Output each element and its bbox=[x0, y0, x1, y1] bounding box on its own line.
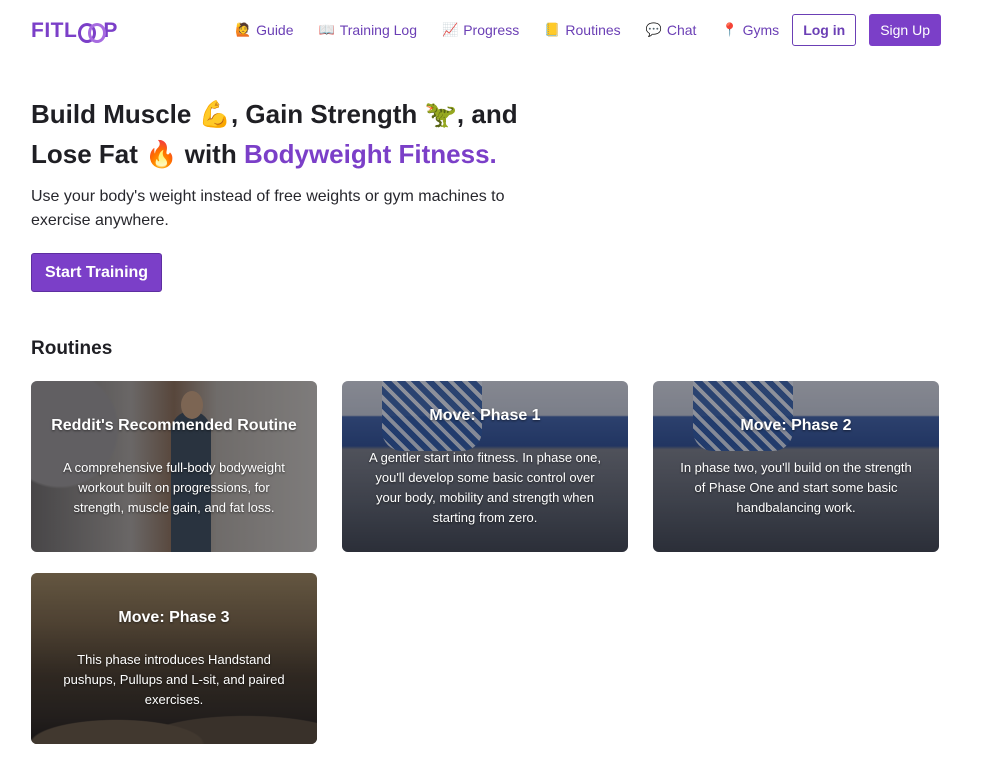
nav-guide[interactable]: 🙋 Guide bbox=[235, 22, 294, 38]
nav-chat-label: Chat bbox=[666, 22, 697, 38]
nav-gyms-label: Gyms bbox=[742, 22, 780, 38]
flexed-biceps-icon: 💪 bbox=[198, 99, 231, 129]
card-title: Move: Phase 1 bbox=[429, 407, 541, 424]
routine-card-move-phase-2[interactable]: Move: Phase 2 In phase two, you'll build… bbox=[653, 381, 939, 552]
routine-card-reddit-recommended[interactable]: Reddit's Recommended Routine A comprehen… bbox=[31, 381, 317, 552]
hero-title-part: Build Muscle bbox=[31, 99, 199, 129]
routines-heading: Routines bbox=[31, 338, 113, 359]
hero-title-part: , and bbox=[456, 99, 518, 129]
hero-title-part: Lose Fat bbox=[31, 139, 146, 169]
start-training-button[interactable]: Start Training bbox=[31, 253, 162, 292]
nav-routines-label: Routines bbox=[565, 22, 621, 38]
card-title: Move: Phase 3 bbox=[118, 609, 230, 626]
nav-progress-label: Progress bbox=[463, 22, 520, 38]
speech-bubble-icon: 💬 bbox=[645, 22, 662, 37]
fire-icon: 🔥 bbox=[145, 139, 178, 169]
nav-guide-label: Guide bbox=[256, 22, 294, 38]
card-description: This phase introduces Handstand pushups,… bbox=[63, 652, 285, 707]
card-title: Reddit's Recommended Routine bbox=[51, 417, 297, 434]
book-icon: 📖 bbox=[318, 22, 335, 37]
pin-icon: 📍 bbox=[721, 22, 738, 37]
nav-chat[interactable]: 💬 Chat bbox=[646, 22, 697, 38]
hero-title-accent: Bodyweight Fitness. bbox=[243, 139, 497, 169]
fitloop-logo[interactable]: FITL P bbox=[31, 19, 118, 43]
card-description: In phase two, you'll build on the streng… bbox=[680, 460, 912, 515]
hero-subtitle: Use your body's weight instead of free w… bbox=[31, 188, 505, 229]
nav-training-log[interactable]: 📖 Training Log bbox=[319, 22, 418, 38]
main-nav: 🙋 Guide 📖 Training Log 📈 Progress 📒 Routines… bbox=[235, 14, 941, 46]
nav-progress[interactable]: 📈 Progress bbox=[442, 22, 519, 38]
login-button[interactable]: Log in bbox=[792, 14, 857, 46]
routine-card-move-phase-3[interactable]: Move: Phase 3 This phase introduces Hand… bbox=[31, 573, 317, 744]
logo-text-start: FITL bbox=[31, 19, 78, 42]
hero-title-part: , Gain Strength bbox=[230, 99, 425, 129]
routine-card-move-phase-1[interactable]: Move: Phase 1 A gentler start into fitne… bbox=[342, 381, 628, 552]
card-title: Move: Phase 2 bbox=[740, 417, 852, 434]
nav-routines[interactable]: 📒 Routines bbox=[544, 22, 620, 38]
card-description: A gentler start into fitness. In phase o… bbox=[369, 450, 601, 525]
hero-title-part: with bbox=[177, 139, 244, 169]
nav-training-log-label: Training Log bbox=[339, 22, 417, 38]
card-description: A comprehensive full-body bodyweight wor… bbox=[63, 460, 285, 515]
nav-gyms[interactable]: 📍 Gyms bbox=[721, 22, 779, 38]
site-header: FITL P 🙋 Guide 📖 Training Log 📈 Progress 📒 Ro… bbox=[0, 0, 1000, 60]
notebook-icon: 📒 bbox=[544, 22, 561, 37]
signup-button[interactable]: Sign Up bbox=[869, 14, 941, 46]
dinosaur-icon: 🦖 bbox=[424, 99, 457, 129]
logo-loop-icon bbox=[78, 23, 107, 43]
hero-title: Build Muscle 💪, Gain Strength 🦖, and Lose… bbox=[31, 94, 551, 174]
raising-hand-icon: 🙋 bbox=[234, 22, 252, 37]
chart-icon: 📈 bbox=[442, 22, 459, 37]
